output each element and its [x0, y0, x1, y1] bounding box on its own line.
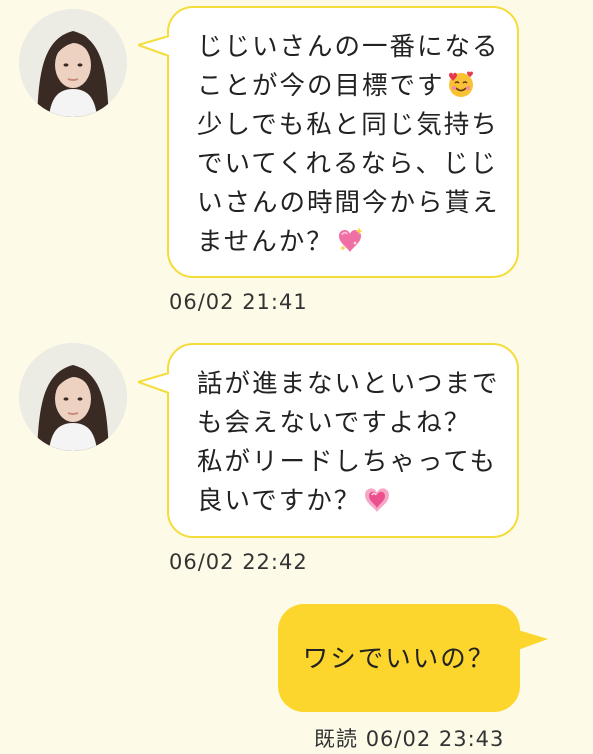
message-line: 私がリードしちゃっても	[197, 447, 497, 477]
bubble-tail	[518, 630, 548, 650]
message-line: じじいさんの一番になる	[197, 32, 500, 62]
message-text: ワシでいいの？	[302, 644, 496, 674]
message-line: 少しでも私と同じ気持ち	[197, 110, 499, 140]
message-line: 良いですか？	[197, 486, 362, 516]
message-text: じじいさんの一番になる ことが今の目標です 少しでも私と同じ気持ち でいてくれる…	[197, 28, 500, 262]
message-line: ませんか？	[197, 227, 334, 257]
woman-portrait-avatar-icon	[19, 9, 127, 117]
message-text: 話が進まないといつまで も会えないですよね？ 私がリードしちゃっても 良いですか…	[197, 365, 500, 521]
message-bubble[interactable]: じじいさんの一番になる ことが今の目標です 少しでも私と同じ気持ち でいてくれる…	[138, 6, 519, 278]
message-line: いさんの時間今から貰え	[197, 188, 500, 218]
message-line: ことが今の目標です	[197, 71, 445, 101]
message-timestamp: 06/02 22:42	[169, 550, 308, 574]
message-bubble[interactable]: 話が進まないといつまで も会えないですよね？ 私がリードしちゃっても 良いですか…	[138, 343, 519, 538]
message-line: 話が進まないといつまで	[197, 369, 500, 399]
smiling-face-with-hearts-emoji-icon	[448, 71, 473, 97]
growing-heart-emoji-icon	[365, 488, 390, 512]
message-line: でいてくれるなら、じじ	[197, 149, 498, 179]
message-timestamp: 06/02 23:43	[365, 727, 505, 751]
bubble-tail	[138, 36, 171, 57]
avatar[interactable]	[19, 9, 127, 117]
message-timestamp: 06/02 21:41	[169, 290, 308, 314]
sparkling-heart-emoji-icon	[338, 227, 363, 252]
read-receipt: 既読 06/02 23:43	[314, 723, 504, 753]
read-label: 既読	[314, 727, 358, 751]
outgoing-message-bubble[interactable]: ワシでいいの？	[278, 604, 548, 712]
avatar[interactable]	[19, 343, 127, 451]
bubble-tail	[138, 373, 171, 394]
woman-portrait-avatar-icon	[19, 343, 127, 451]
message-line: も会えないですよね？	[197, 408, 472, 438]
